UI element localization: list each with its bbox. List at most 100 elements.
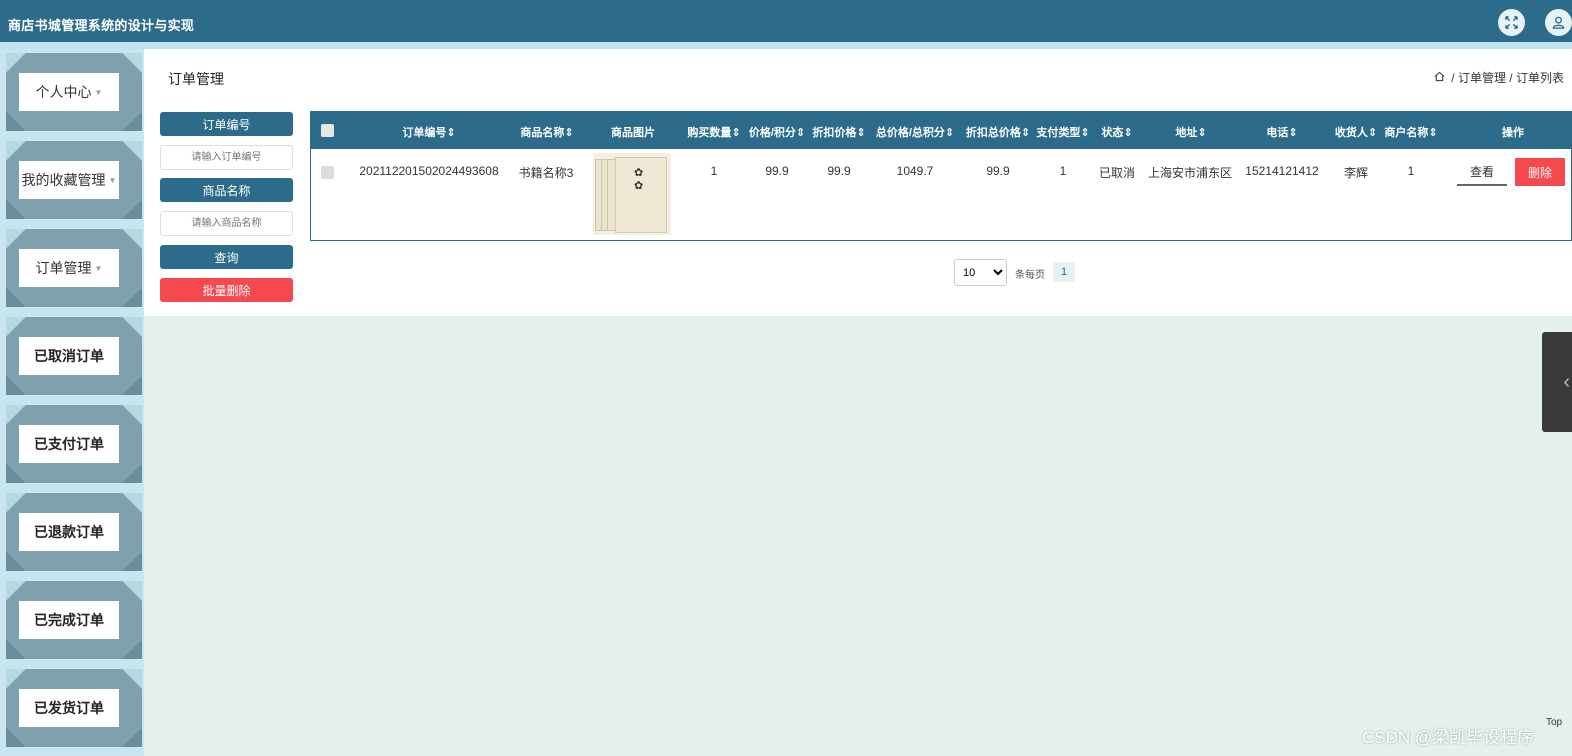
sort-icon: ⇕ [1367,127,1378,139]
sort-icon: ⇕ [446,127,456,139]
th-total[interactable]: 总价格/总积分⇕ [871,124,959,140]
product-name-label: 商品名称 [160,178,293,202]
th-label: 折扣总价格 [965,127,1021,139]
sort-icon: ⇕ [1123,127,1133,139]
th-label: 订单编号 [402,127,447,139]
cell-phone: 15214121412 [1245,164,1319,178]
th-merchant[interactable]: 商户名称⇕ [1381,124,1441,140]
th-pay-type[interactable]: 支付类型⇕ [1035,124,1091,140]
user-icon[interactable] [1545,9,1572,36]
order-no-input[interactable] [160,145,293,170]
sidebar-item-label: 个人中心 ▼ [19,73,119,111]
sidebar-item-label: 已完成订单 [19,601,119,639]
cell-discount-price: 99.9 [827,164,851,178]
sidebar-item-label: 已取消订单 [19,337,119,375]
breadcrumb: / 订单管理 / 订单列表 [1434,69,1564,86]
sidebar-item-favorites[interactable]: 我的收藏管理 ▼ [6,141,142,219]
sidebar-item-shipped-orders[interactable]: 已发货订单 [6,669,142,747]
main-panel: 订单管理 / 订单管理 / 订单列表 订单编号 商品名称 查询 批量删除 订单编… [144,49,1572,316]
row-checkbox[interactable] [321,166,334,179]
sidebar-item-text: 个人中心 [35,84,92,100]
th-status[interactable]: 状态⇕ [1095,124,1139,140]
sidebar: 个人中心 ▼ 我的收藏管理 ▼ 订单管理 ▼ 已取消订单 已支付订单 已退款订单 已完… [0,49,144,756]
sidebar-item-personal-center[interactable]: 个人中心 ▼ [6,53,142,131]
batch-delete-button[interactable]: 批量删除 [160,278,293,302]
th-order-no[interactable]: 订单编号⇕ [399,124,459,140]
th-label: 收货人 [1334,127,1368,139]
th-label: 电话 [1266,127,1289,139]
th-discount-price[interactable]: 折扣价格⇕ [809,124,869,140]
view-button[interactable]: 查看 [1457,159,1507,186]
caret-down-icon: ▼ [94,87,103,97]
product-image[interactable]: ✿ ✿ [593,153,671,235]
delete-button[interactable]: 删除 [1515,158,1565,186]
sort-icon: ⇕ [1428,127,1438,139]
sort-icon: ⇕ [944,127,955,139]
arrows-expand-icon[interactable] [1498,9,1525,36]
page-size-select[interactable]: 10 [954,259,1007,286]
sidebar-item-paid-orders[interactable]: 已支付订单 [6,405,142,483]
sidebar-item-label: 我的收藏管理 ▼ [19,161,119,199]
sidebar-item-text: 我的收藏管理 [21,172,106,188]
top-bar: 商店书城管理系统的设计与实现 [0,0,1572,42]
th-quantity[interactable]: 购买数量⇕ [683,124,745,140]
product-name-input[interactable] [160,211,293,236]
page-number[interactable]: 1 [1053,262,1075,282]
th-label: 地址 [1175,127,1198,139]
order-no-label: 订单编号 [160,112,293,136]
th-label: 折扣价格 [812,127,857,139]
table-row: 202112201502024493608 书籍名称3 ✿ ✿ 1 99.9 99… [311,149,1571,241]
query-button[interactable]: 查询 [160,245,293,269]
th-product-name[interactable]: 商品名称⇕ [517,124,577,140]
order-table: 订单编号⇕ 商品名称⇕ 商品图片 购买数量⇕ 价格/积分⇕ 折扣价格⇕ 总价格/… [310,111,1572,241]
th-label: 状态 [1101,127,1124,139]
sidebar-item-cancelled-orders[interactable]: 已取消订单 [6,317,142,395]
cell-product-name: 书籍名称3 [518,166,574,180]
drawer-toggle[interactable]: ‹ [1542,332,1572,432]
sidebar-item-text: 订单管理 [35,260,92,276]
cell-price: 99.9 [765,164,789,178]
th-product-image: 商品图片 [611,127,655,139]
th-label: 商户名称 [1384,127,1429,139]
cell-total: 1049.7 [896,164,934,178]
sidebar-item-completed-orders[interactable]: 已完成订单 [6,581,142,659]
breadcrumb-level2: 订单列表 [1515,71,1564,85]
sort-icon: ⇕ [1080,127,1090,139]
sort-icon: ⇕ [856,127,866,139]
cell-discount-total: 99.9 [986,164,1010,178]
th-discount-total[interactable]: 折扣总价格⇕ [961,124,1035,140]
table-header: 订单编号⇕ 商品名称⇕ 商品图片 购买数量⇕ 价格/积分⇕ 折扣价格⇕ 总价格/… [311,112,1571,149]
home-icon[interactable] [1434,71,1448,85]
breadcrumb-separator: / [1451,71,1455,85]
th-label: 购买数量 [687,127,732,139]
sort-icon: ⇕ [1197,127,1207,139]
select-all-checkbox[interactable] [321,124,334,137]
cell-pay-type: 1 [1059,164,1067,178]
top-strip [0,42,1572,49]
per-page-label: 条每页 [1015,270,1045,281]
chevron-left-icon: ‹ [1563,370,1570,393]
cell-status: 已取消 [1098,166,1135,180]
app-title: 商店书城管理系统的设计与实现 [8,18,195,33]
sort-icon: ⇕ [731,127,741,139]
th-label: 支付类型 [1036,127,1081,139]
th-actions: 操作 [1502,127,1524,139]
th-address[interactable]: 地址⇕ [1161,124,1221,140]
cell-receiver: 李辉 [1343,166,1368,180]
sidebar-item-label: 已支付订单 [19,425,119,463]
th-price[interactable]: 价格/积分⇕ [745,124,809,140]
breadcrumb-level1[interactable]: 订单管理 [1458,71,1506,85]
sidebar-item-label: 订单管理 ▼ [19,249,119,287]
back-to-top-button[interactable]: Top [1546,717,1562,728]
th-receiver[interactable]: 收货人⇕ [1333,124,1379,140]
th-phone[interactable]: 电话⇕ [1257,124,1307,140]
book-cover: ✿ ✿ [615,157,667,233]
breadcrumb-separator: / [1509,71,1513,85]
sort-icon: ⇕ [1020,127,1031,139]
sidebar-item-label: 已退款订单 [19,513,119,551]
sidebar-item-refunded-orders[interactable]: 已退款订单 [6,493,142,571]
sort-icon: ⇕ [1288,127,1298,139]
sidebar-item-orders[interactable]: 订单管理 ▼ [6,229,142,307]
caret-down-icon: ▼ [94,263,103,273]
page-title: 订单管理 [168,71,224,87]
